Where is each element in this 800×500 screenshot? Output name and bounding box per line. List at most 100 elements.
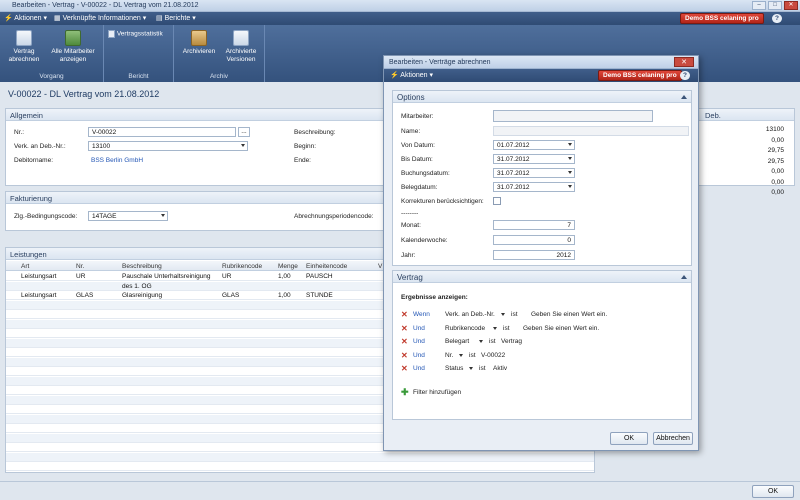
table-row[interactable] [6, 462, 594, 471]
name-label: Name: [401, 128, 421, 135]
cell-rubrikencode[interactable]: GLAS [222, 292, 239, 299]
dialog-ok-button[interactable]: OK [610, 432, 648, 445]
ok-button[interactable]: OK [752, 485, 794, 498]
minimize-icon[interactable]: – [752, 1, 766, 10]
alle-mitarbeiter-button[interactable]: Alle Mitarbeiter anzeigen [46, 30, 100, 64]
filter-field[interactable]: Rubrikencode [445, 325, 485, 332]
filter-value[interactable]: Geben Sie einen Wert ein. [523, 325, 599, 332]
cell-menge[interactable]: 1,00 [278, 292, 291, 299]
dialog-command-bar: ⚡ Aktionen ▾ Demo BSS celaning pro ? [384, 69, 698, 82]
vertrag-abrechnen-label: Vertrag abrechnen [8, 48, 40, 63]
aktionen-menu[interactable]: ⚡ Aktionen ▾ [4, 14, 47, 22]
ribbon-group-label: Vorgang [39, 73, 64, 80]
cell-beschreibung[interactable]: Pauschale Unterhaltsreinigung [122, 273, 211, 280]
cell-art[interactable]: Leistungsart [21, 273, 56, 280]
chevron-down-icon[interactable] [459, 353, 463, 357]
remove-filter-icon[interactable]: ✕ [401, 311, 408, 319]
collapse-icon[interactable] [681, 275, 687, 279]
collapse-icon[interactable] [681, 95, 687, 99]
berichte-menu[interactable]: ▤ Berichte ▾ [156, 14, 196, 22]
cell-nr[interactable]: UR [76, 273, 85, 280]
cell-nr[interactable]: GLAS [76, 292, 93, 299]
nr-lookup-button[interactable]: ... [238, 127, 250, 137]
right-panel: Deb. 13100 0,00 29,75 29,75 0,00 0,00 0,00 [699, 108, 795, 196]
col-rubrikencode[interactable]: Rubrikencode [222, 263, 262, 270]
dialog-abbrechen-button[interactable]: Abbrechen [653, 432, 693, 445]
table-row[interactable] [6, 452, 594, 462]
filter-value[interactable]: Vertrag [501, 338, 522, 345]
help-icon[interactable]: ? [772, 14, 782, 23]
dialog-close-icon[interactable]: ✕ [674, 57, 694, 67]
remove-filter-icon[interactable]: ✕ [401, 365, 408, 373]
company-badge: Demo BSS celaning pro [680, 13, 764, 24]
chevron-down-icon[interactable] [493, 326, 497, 330]
options-header-label: Options [397, 93, 425, 102]
cell-menge[interactable]: 1,00 [278, 273, 291, 280]
chevron-down-icon[interactable] [568, 157, 572, 160]
chevron-down-icon[interactable] [568, 185, 572, 188]
filter-field[interactable]: Belegart [445, 338, 469, 345]
filter-value[interactable]: Geben Sie einen Wert ein. [531, 311, 607, 318]
archivierte-versionen-button[interactable]: Archivierte Versionen [220, 30, 262, 64]
von-datum-value: 01.07.2012 [497, 142, 530, 149]
chevron-down-icon[interactable] [161, 214, 165, 217]
cell-einheitencode[interactable]: STUNDE [306, 292, 333, 299]
korrekturen-checkbox[interactable] [493, 197, 501, 205]
beschreibung-label: Beschreibung: [294, 129, 336, 136]
remove-filter-icon[interactable]: ✕ [401, 324, 408, 332]
cell-rubrikencode[interactable]: UR [222, 273, 231, 280]
verknuepfte-menu[interactable]: ▦ Verknüpfte Informationen ▾ [54, 14, 146, 22]
close-icon[interactable]: ✕ [784, 1, 798, 10]
dialog-help-icon[interactable]: ? [680, 71, 690, 80]
filter-row: ✕ Wenn Verk. an Deb.-Nr. ist Geben Sie einen… [401, 309, 691, 321]
chevron-down-icon[interactable] [568, 143, 572, 146]
right-panel-value[interactable]: 13100 [766, 126, 784, 133]
vertrag-header[interactable]: Vertrag [393, 271, 691, 283]
col-nr[interactable]: Nr. [76, 263, 84, 270]
vertragsstatistik-button[interactable]: Vertragsstatistik [108, 30, 172, 39]
cell-beschreibung[interactable]: des 1. OG [122, 283, 152, 290]
monat-field[interactable]: 7 [493, 220, 575, 230]
nr-field[interactable]: V-00022 [88, 127, 236, 137]
dialog-aktionen-menu[interactable]: ⚡ Aktionen ▾ [390, 71, 433, 79]
zlg-field[interactable]: 14TAGE [88, 211, 168, 221]
debitor-value[interactable]: BSS Berlin GmbH [91, 157, 143, 164]
maximize-icon[interactable]: □ [768, 1, 782, 10]
kalenderwoche-field[interactable]: 0 [493, 235, 575, 245]
col-menge[interactable]: Menge [278, 263, 298, 270]
chevron-down-icon[interactable] [501, 313, 505, 316]
col-beschreibung[interactable]: Beschreibung [122, 263, 162, 270]
cell-beschreibung[interactable]: Glasreinigung [122, 292, 162, 299]
verk-deb-field[interactable]: 13100 [88, 141, 248, 151]
cell-art[interactable]: Leistungsart [21, 292, 56, 299]
col-art[interactable]: Art [21, 263, 29, 270]
chevron-down-icon[interactable] [479, 340, 483, 343]
filter-value[interactable]: Aktiv [493, 365, 507, 372]
remove-filter-icon[interactable]: ✕ [401, 338, 408, 346]
zlg-label: Zlg.-Bedingungscode: [14, 213, 78, 220]
filter-value[interactable]: V-00022 [481, 352, 505, 359]
belegdatum-field[interactable]: 31.07.2012 [493, 182, 575, 192]
remove-filter-icon[interactable]: ✕ [401, 351, 408, 359]
buchungsdatum-field[interactable]: 31.07.2012 [493, 168, 575, 178]
archivieren-button[interactable]: Archivieren [178, 30, 220, 56]
chevron-down-icon[interactable] [241, 144, 245, 147]
chevron-down-icon[interactable] [469, 367, 473, 370]
filter-field[interactable]: Verk. an Deb.-Nr. [445, 311, 495, 318]
chevron-down-icon[interactable] [568, 171, 572, 174]
bis-datum-field[interactable]: 31.07.2012 [493, 154, 575, 164]
debitor-label: Debitorname: [14, 157, 54, 164]
col-einheitencode[interactable]: Einheitencode [306, 263, 347, 270]
jahr-field[interactable]: 2012 [493, 250, 575, 260]
vertrag-abrechnen-button[interactable]: Vertrag abrechnen [4, 30, 44, 64]
filter-field[interactable]: Nr. [445, 352, 453, 359]
cell-einheitencode[interactable]: PAUSCH [306, 273, 333, 280]
mitarbeiter-field[interactable] [493, 110, 653, 122]
add-filter-row[interactable]: ✚ Filter hinzufügen [401, 387, 691, 399]
filter-field[interactable]: Status [445, 365, 463, 372]
options-section: Options Mitarbeiter: Name: Von Datum: 01… [392, 90, 692, 266]
von-datum-field[interactable]: 01.07.2012 [493, 140, 575, 150]
von-datum-label: Von Datum: [401, 142, 435, 149]
options-header[interactable]: Options [393, 91, 691, 103]
col-v[interactable]: V [378, 263, 382, 270]
